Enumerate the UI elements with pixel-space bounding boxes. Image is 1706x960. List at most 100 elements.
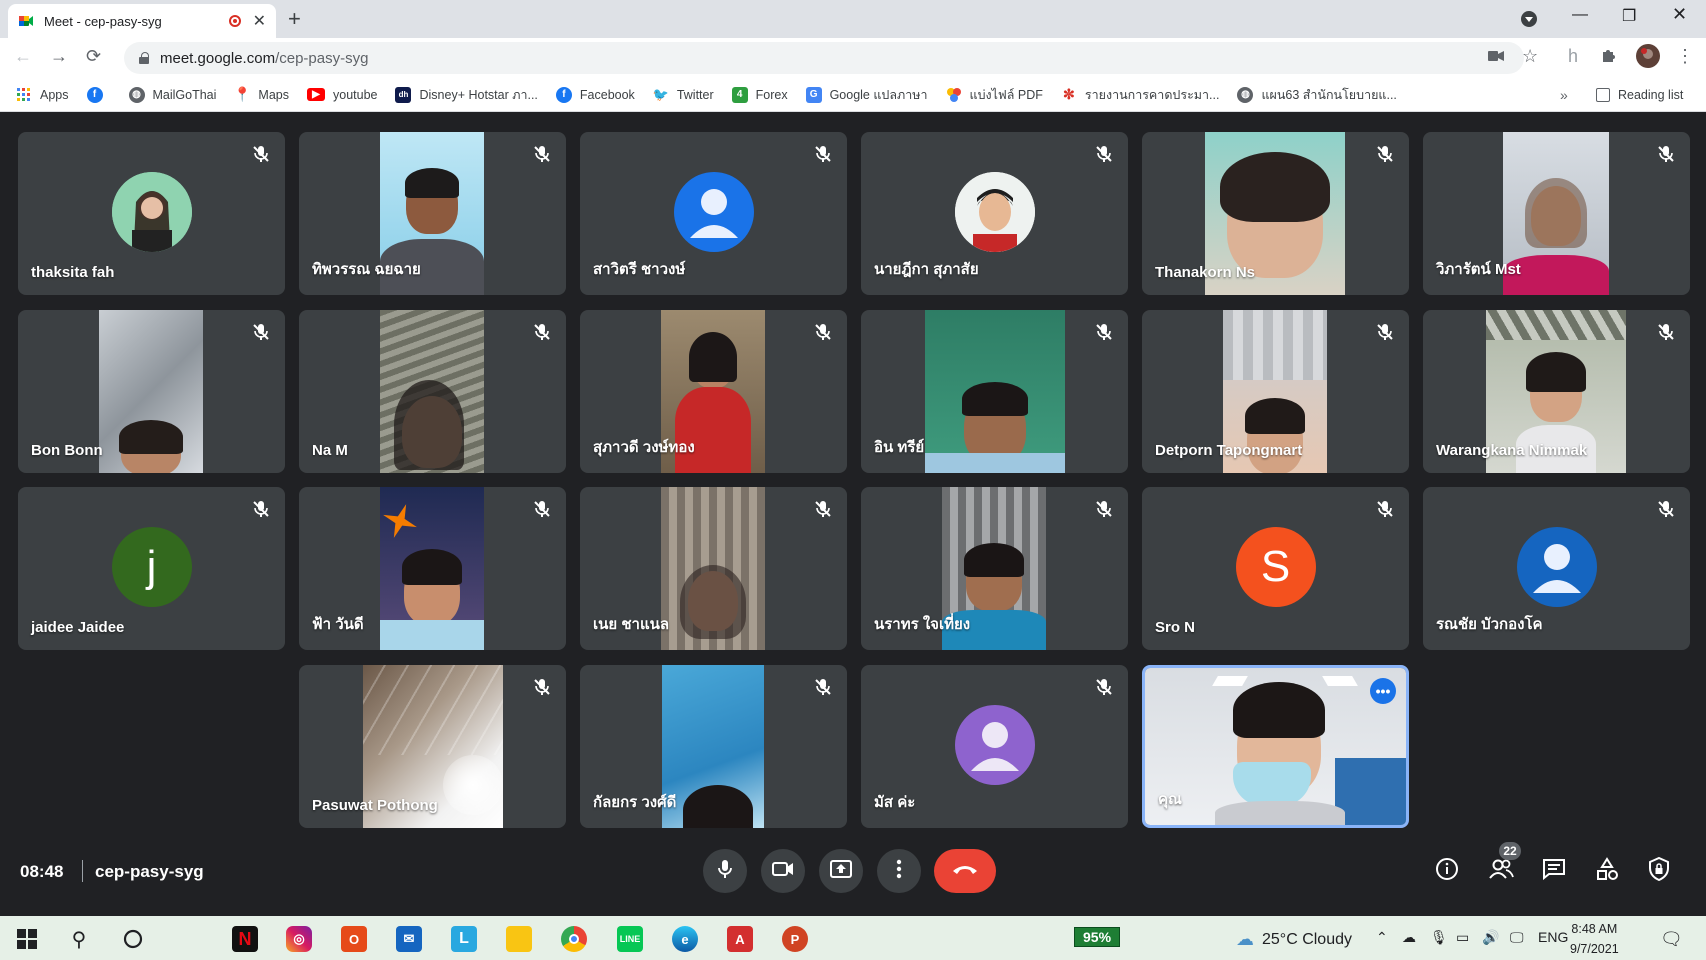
- microphone-button[interactable]: [703, 849, 747, 893]
- bookmark-forex[interactable]: 4 Forex: [731, 86, 788, 103]
- participant-tile[interactable]: ฟ้า วันดี: [299, 487, 566, 650]
- chat-button[interactable]: [1539, 856, 1569, 886]
- minimize-icon[interactable]: —: [1572, 6, 1588, 24]
- netflix-icon[interactable]: N: [232, 926, 258, 952]
- forward-arrow-icon[interactable]: →: [50, 46, 68, 67]
- mic-tray-icon[interactable]: 🎙: [1430, 929, 1448, 946]
- profile-avatar[interactable]: [1636, 44, 1660, 73]
- bookmark-mailgothai[interactable]: ◍ MailGoThai: [128, 86, 216, 103]
- meeting-details-button[interactable]: [1432, 856, 1462, 886]
- participant-tile[interactable]: Thanakorn Ns: [1142, 132, 1409, 295]
- bookmark-google-translate[interactable]: G Google แปลภาษา: [805, 85, 928, 105]
- file-explorer-icon[interactable]: [506, 926, 532, 952]
- participant-tile[interactable]: นราทร ใจเที่ยง: [861, 487, 1128, 650]
- participant-tile[interactable]: วิภารัตน์ Mst: [1423, 132, 1690, 295]
- participants-button[interactable]: [1486, 856, 1516, 886]
- participant-tile[interactable]: Detporn Tapongmart: [1142, 310, 1409, 473]
- participant-tile[interactable]: j jaidee Jaidee: [18, 487, 285, 650]
- bookmark-report[interactable]: ✼ รายงานการคาดประมา...: [1061, 85, 1219, 105]
- bookmark-apps[interactable]: Apps: [16, 87, 69, 103]
- self-view-tile[interactable]: คุณ •••: [1142, 665, 1409, 828]
- extensions-puzzle-icon[interactable]: [1600, 46, 1618, 69]
- chrome-menu-icon[interactable]: ⋮: [1676, 46, 1694, 67]
- onedrive-icon[interactable]: ☁: [1402, 929, 1416, 946]
- camera-in-use-icon[interactable]: [1488, 46, 1504, 68]
- globe-icon: ◍: [1237, 86, 1254, 103]
- participant-tile[interactable]: สาวิตรี ชาวงษ์: [580, 132, 847, 295]
- bookmark-facebook-2[interactable]: f Facebook: [555, 86, 635, 103]
- bookmark-hotstar[interactable]: dh Disney+ Hotstar ภา...: [395, 85, 538, 105]
- input-language[interactable]: ENG: [1538, 929, 1568, 945]
- address-bar[interactable]: meet.google.com/cep-pasy-syg: [124, 42, 1524, 74]
- present-screen-button[interactable]: [819, 849, 863, 893]
- close-tab-icon[interactable]: ✕: [253, 11, 266, 31]
- participant-tile[interactable]: รณชัย บัวกองโค: [1423, 487, 1690, 650]
- more-options-button[interactable]: [877, 849, 921, 893]
- instagram-icon[interactable]: ◎: [286, 926, 312, 952]
- participant-tile[interactable]: Bon Bonn: [18, 310, 285, 473]
- bookmark-star-icon[interactable]: ☆: [1522, 46, 1538, 67]
- maximize-icon[interactable]: ❐: [1622, 6, 1636, 26]
- tray-overflow-icon[interactable]: ⌃: [1376, 929, 1388, 946]
- participant-tile[interactable]: thaksita fah: [18, 132, 285, 295]
- present-screen-icon: [830, 859, 852, 883]
- reload-icon[interactable]: ⟳: [86, 46, 101, 67]
- participant-default-avatar: [1516, 527, 1597, 607]
- browser-tab-meet[interactable]: Meet - cep-pasy-syg ✕: [8, 4, 276, 38]
- notifications-icon[interactable]: 🗨: [1660, 929, 1683, 950]
- host-controls-button[interactable]: [1644, 856, 1674, 886]
- bookmark-facebook-1[interactable]: f: [86, 86, 111, 103]
- mail-icon[interactable]: ✉: [396, 926, 422, 952]
- windows-start-icon[interactable]: [14, 926, 40, 952]
- participant-tile[interactable]: กัลยกร วงศ์ดี: [580, 665, 847, 828]
- participant-letter-avatar: j: [111, 527, 192, 607]
- office-icon[interactable]: O: [341, 926, 367, 952]
- meeting-clock: 08:48: [20, 862, 64, 881]
- search-icon[interactable]: ⚲: [66, 926, 92, 952]
- recording-indicator-icon: [228, 15, 241, 27]
- tab-title: Meet - cep-pasy-syg: [44, 13, 162, 29]
- system-clock[interactable]: 8:48 AM 9/7/2021: [1570, 919, 1619, 959]
- activities-button[interactable]: [1592, 856, 1622, 886]
- participant-tile[interactable]: S Sro N: [1142, 487, 1409, 650]
- participant-tile[interactable]: Pasuwat Pothong: [299, 665, 566, 828]
- extension-h-icon[interactable]: h: [1568, 46, 1578, 67]
- more-options-icon[interactable]: •••: [1370, 678, 1396, 704]
- participant-name: มัส ค่ะ: [874, 794, 916, 811]
- network-icon[interactable]: 🖵: [1510, 929, 1524, 946]
- edge-icon[interactable]: e: [672, 926, 698, 952]
- participant-tile[interactable]: นายฎีกา สุภาสัย: [861, 132, 1128, 295]
- participant-tile[interactable]: สุภาวดี วงษ์ทอง: [580, 310, 847, 473]
- camera-button[interactable]: [761, 849, 805, 893]
- reading-list-button[interactable]: Reading list: [1596, 87, 1683, 102]
- acrobat-icon[interactable]: A: [727, 926, 753, 952]
- chrome-icon[interactable]: [561, 926, 587, 952]
- participant-tile[interactable]: Warangkana Nimmak: [1423, 310, 1690, 473]
- close-window-icon[interactable]: ✕: [1672, 4, 1687, 25]
- bookmark-youtube[interactable]: ▶ youtube: [307, 88, 377, 102]
- participant-tile[interactable]: มัส ค่ะ: [861, 665, 1128, 828]
- bookmark-maps[interactable]: 📍 Maps: [234, 86, 289, 103]
- tab-search-icon[interactable]: [1520, 4, 1538, 33]
- youtube-icon: ▶: [307, 88, 325, 101]
- mic-off-icon: [1656, 144, 1676, 164]
- participant-tile[interactable]: เนย ชาแนล: [580, 487, 847, 650]
- bookmark-plan63[interactable]: ◍ แผน63 สำนักนโยบายแ...: [1237, 85, 1397, 105]
- back-arrow-icon[interactable]: ←: [14, 46, 32, 67]
- participant-tile[interactable]: อิน ทรีย์: [861, 310, 1128, 473]
- leave-call-button[interactable]: [934, 849, 996, 893]
- cortana-icon[interactable]: [120, 926, 146, 952]
- participant-tile[interactable]: Na M: [299, 310, 566, 473]
- bookmark-pdf-split[interactable]: แบ่งไฟล์ PDF: [946, 85, 1043, 105]
- participant-video: [661, 487, 765, 650]
- new-tab-button[interactable]: +: [288, 6, 301, 32]
- line-app-icon[interactable]: LINE: [617, 926, 643, 952]
- battery-tray-icon[interactable]: ▭: [1456, 929, 1469, 946]
- participant-tile[interactable]: ทิพวรรณ ฉยฉาย: [299, 132, 566, 295]
- weather-widget[interactable]: ☁ 25°C Cloudy: [1236, 929, 1352, 950]
- volume-icon[interactable]: 🔊: [1482, 929, 1499, 946]
- powerpoint-icon[interactable]: P: [782, 926, 808, 952]
- bookmarks-overflow-icon[interactable]: »: [1560, 87, 1568, 103]
- l-app-icon[interactable]: L: [451, 926, 477, 952]
- bookmark-twitter[interactable]: 🐦 Twitter: [653, 87, 714, 103]
